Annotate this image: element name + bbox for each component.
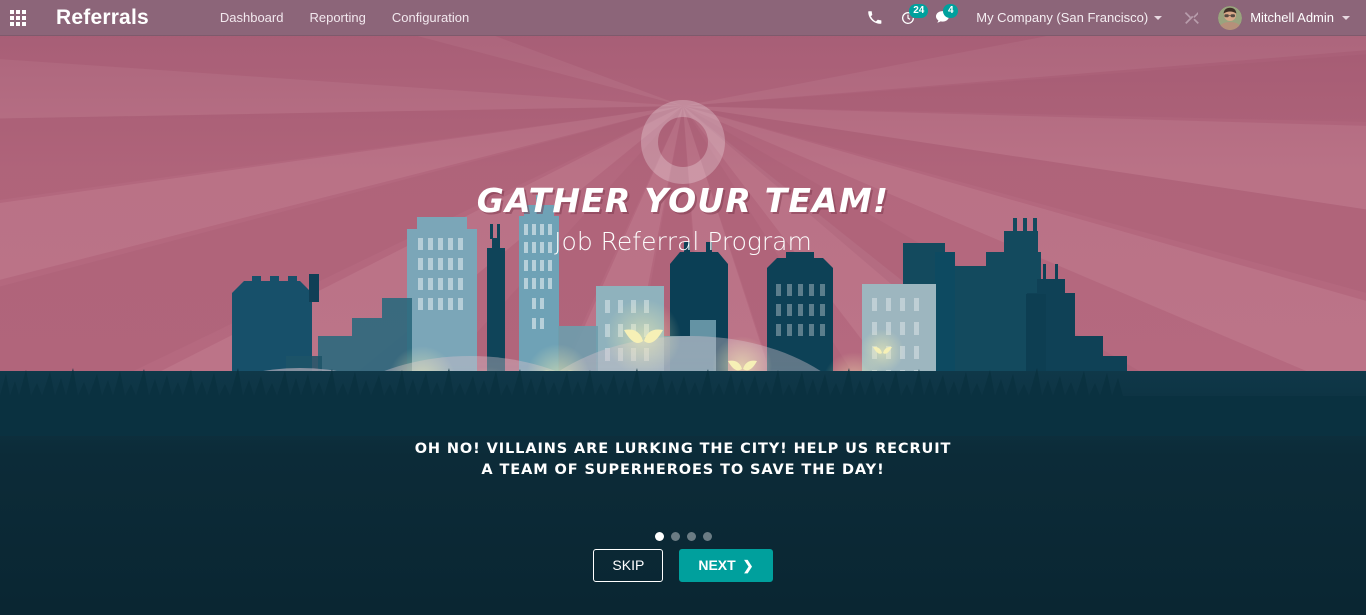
step-dot-1[interactable]	[654, 532, 664, 541]
avatar	[1218, 5, 1243, 30]
hero-title: GATHER YOUR TEAM!	[476, 181, 890, 220]
main-menu: Dashboard Reporting Configuration	[207, 0, 482, 36]
next-button-label: NEXT	[698, 557, 736, 573]
next-button[interactable]: NEXT ❯	[679, 549, 773, 582]
app-brand-referrals[interactable]: Referrals	[56, 6, 149, 30]
messages-count-badge: 4	[943, 3, 959, 18]
user-menu[interactable]: Mitchell Admin	[1214, 5, 1356, 30]
chevron-right-icon: ❯	[742, 558, 754, 573]
company-switcher[interactable]: My Company (San Francisco)	[960, 10, 1170, 25]
step-dot-3[interactable]	[686, 532, 696, 541]
chevron-down-icon	[1342, 15, 1350, 20]
step-dot-4[interactable]	[702, 532, 712, 541]
referral-hero-scene: GATHER YOUR TEAM! Job Referral Program O…	[0, 36, 1366, 615]
phone-icon[interactable]	[858, 0, 891, 36]
blurb-line-2: A TEAM OF SUPERHEROES TO SAVE THE DAY!	[481, 462, 885, 478]
company-name-label: My Company (San Francisco)	[976, 10, 1149, 25]
step-dot-2[interactable]	[670, 532, 680, 541]
menu-item-dashboard[interactable]: Dashboard	[207, 0, 297, 36]
navbar-right-tools: 24 4 My Company (San Francisco) Mitchell…	[858, 0, 1366, 36]
onboarding-step-dots	[0, 532, 1366, 541]
debug-tools-icon[interactable]	[1170, 10, 1214, 26]
top-navbar: Referrals Dashboard Reporting Configurat…	[0, 0, 1366, 36]
menu-item-reporting[interactable]: Reporting	[296, 0, 378, 36]
onboarding-actions: SKIP NEXT ❯	[0, 549, 1366, 582]
activity-clock-icon[interactable]: 24	[891, 0, 929, 36]
hero-subtitle: Job Referral Program	[554, 227, 812, 256]
messages-chat-icon[interactable]: 4	[925, 0, 960, 36]
onboarding-blurb: OH NO! VILLAINS ARE LURKING THE CITY! HE…	[0, 439, 1366, 481]
blurb-line-1: OH NO! VILLAINS ARE LURKING THE CITY! HE…	[414, 441, 952, 457]
skip-button[interactable]: SKIP	[593, 549, 664, 582]
user-name-label: Mitchell Admin	[1250, 10, 1334, 25]
apps-grid-icon[interactable]	[0, 0, 36, 36]
menu-item-configuration[interactable]: Configuration	[379, 0, 482, 36]
chevron-down-icon	[1154, 15, 1163, 20]
